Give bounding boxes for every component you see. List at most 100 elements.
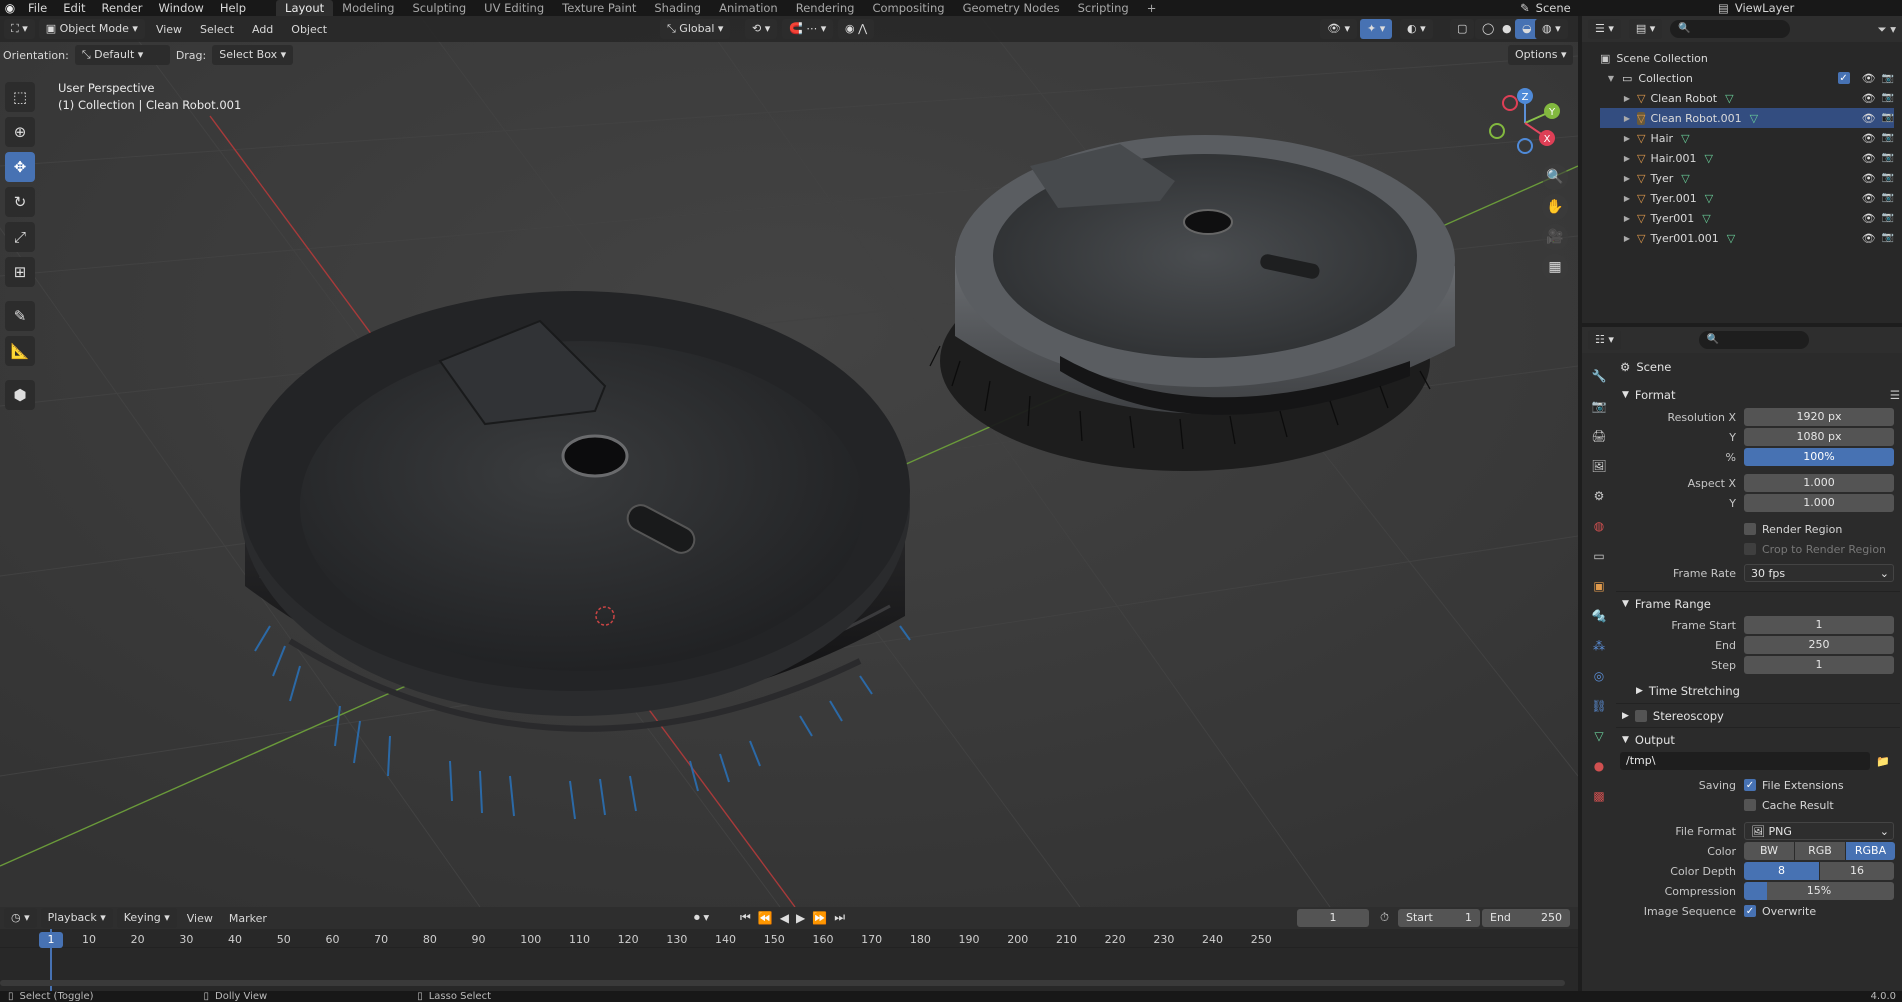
ortho-grid-icon[interactable]: ▦ xyxy=(1542,254,1568,280)
aspect-x-field[interactable]: 1.000 xyxy=(1744,474,1894,492)
eye-icon[interactable]: 👁 xyxy=(1862,112,1876,125)
collapse-triangle-icon[interactable]: ▶ xyxy=(1622,214,1632,223)
cache-result-checkbox[interactable] xyxy=(1744,799,1756,811)
cursor-tool-icon[interactable]: ⊕ xyxy=(5,117,35,147)
tab-compositing[interactable]: Compositing xyxy=(863,0,953,16)
scale-tool-icon[interactable]: ⤢ xyxy=(5,222,35,252)
particles-tab-icon[interactable]: ⁂ xyxy=(1588,635,1610,657)
timeline-view-menu[interactable]: View xyxy=(181,912,219,925)
editor-type-button[interactable]: ⛶ ▾ xyxy=(4,19,35,39)
data-tab-icon[interactable]: ▽ xyxy=(1588,725,1610,747)
world-tab-icon[interactable]: ◍ xyxy=(1588,515,1610,537)
proportional-edit-icon[interactable]: ◉ ⋀ xyxy=(838,19,875,39)
outliner-item-hair[interactable]: ▶ ▽ Hair ▽ 👁 📷 xyxy=(1600,128,1894,148)
camera-icon[interactable]: 📷 xyxy=(1882,92,1894,105)
resolution-x-field[interactable]: 1920 px xyxy=(1744,408,1894,426)
overwrite-checkbox[interactable]: ✓ xyxy=(1744,905,1756,917)
compression-slider[interactable]: 15% xyxy=(1744,882,1894,900)
output-tab-icon[interactable]: 🖨 xyxy=(1588,425,1610,447)
timeline-editor-icon[interactable]: ◷ ▾ xyxy=(4,908,37,928)
view-layer-selector[interactable]: ▤ ViewLayer xyxy=(1718,0,1794,16)
overlay-toggle-icon[interactable]: ◐ ▾ xyxy=(1400,19,1433,39)
rendered-shading-icon[interactable]: ◍ ▾ xyxy=(1535,19,1568,39)
eye-icon[interactable]: 👁 xyxy=(1862,92,1876,105)
display-mode-icon[interactable]: ▤ ▾ xyxy=(1628,19,1663,39)
tab-texture-paint[interactable]: Texture Paint xyxy=(553,0,645,16)
outliner-search-input[interactable]: 🔍 xyxy=(1670,20,1791,38)
timeline-scrollbar[interactable] xyxy=(0,980,1565,986)
play-icon[interactable]: ▶ xyxy=(796,911,805,925)
tab-animation[interactable]: Animation xyxy=(710,0,787,16)
scene-selector[interactable]: ✎ Scene xyxy=(1520,0,1571,16)
jump-end-icon[interactable]: ⏭ xyxy=(834,910,845,925)
material-tab-icon[interactable]: ● xyxy=(1588,755,1610,777)
menu-window[interactable]: Window xyxy=(150,0,211,16)
timeline-marker-menu[interactable]: Marker xyxy=(223,912,273,925)
next-keyframe-icon[interactable]: ⏩ xyxy=(812,911,827,925)
tab-sculpting[interactable]: Sculpting xyxy=(403,0,475,16)
eye-icon[interactable]: 👁 xyxy=(1862,212,1876,225)
select-box-icon[interactable]: ⬚ xyxy=(5,82,35,112)
stopwatch-icon[interactable]: ⏱ xyxy=(1380,910,1389,925)
presets-list-icon[interactable]: ☰ xyxy=(1890,388,1900,402)
collapse-triangle-icon[interactable]: ▶ xyxy=(1622,194,1632,203)
file-format-dropdown[interactable]: 🖼 PNG ⌄ xyxy=(1744,822,1894,840)
zoom-icon[interactable]: 🔍 xyxy=(1542,164,1568,190)
aspect-y-field[interactable]: 1.000 xyxy=(1744,494,1894,512)
eye-icon[interactable]: 👁 xyxy=(1862,232,1876,245)
gizmo-toggle-icon[interactable]: ✦ ▾ xyxy=(1360,19,1393,39)
tab-modeling[interactable]: Modeling xyxy=(333,0,403,16)
transform-orientation-dropdown[interactable]: ⤡ Global ▾ xyxy=(660,19,731,39)
camera-icon[interactable]: 📷 xyxy=(1882,172,1894,185)
physics-tab-icon[interactable]: ◎ xyxy=(1588,665,1610,687)
outliner-item-clean-robot-001[interactable]: ▶ ▽ Clean Robot.001 ▽ 👁 📷 xyxy=(1600,108,1894,128)
file-extensions-checkbox[interactable]: ✓ xyxy=(1744,779,1756,791)
resolution-y-field[interactable]: 1080 px xyxy=(1744,428,1894,446)
folder-browse-icon[interactable]: 📁 xyxy=(1876,755,1890,768)
menu-render[interactable]: Render xyxy=(94,0,151,16)
playback-menu[interactable]: Playback ▾ xyxy=(40,908,113,928)
pivot-point-icon[interactable]: ⟲ ▾ xyxy=(745,19,778,39)
object-tab-icon[interactable]: ▣ xyxy=(1588,575,1610,597)
frame-rate-dropdown[interactable]: 30 fps ⌄ xyxy=(1744,564,1894,582)
expand-triangle-icon[interactable]: ▼ xyxy=(1606,74,1616,83)
options-dropdown[interactable]: Options ▾ xyxy=(1508,45,1574,65)
navigation-gizmo[interactable]: Z Y X xyxy=(1485,83,1565,163)
crop-region-row[interactable]: Crop to Render Region xyxy=(1616,539,1900,559)
collection-row[interactable]: ▼ ▭ Collection ✓ 👁 📷 xyxy=(1600,68,1894,88)
3d-viewport[interactable] xyxy=(0,16,1578,907)
filter-icon[interactable]: ⏷ ▾ xyxy=(1877,22,1896,37)
texture-tab-icon[interactable]: ▩ xyxy=(1588,785,1610,807)
frame-step-field[interactable]: 1 xyxy=(1744,656,1894,674)
tab-uv-editing[interactable]: UV Editing xyxy=(475,0,553,16)
tab-layout[interactable]: Layout xyxy=(276,0,334,16)
collapse-triangle-icon[interactable]: ▶ xyxy=(1622,114,1632,123)
keying-menu[interactable]: Keying ▾ xyxy=(116,908,177,928)
viewport-menu-object[interactable]: Object xyxy=(284,23,334,36)
color-rgba-button[interactable]: RGBA xyxy=(1846,842,1895,860)
visibility-icon[interactable]: 👁 ▾ xyxy=(1320,19,1357,39)
outliner-item-hair-001[interactable]: ▶ ▽ Hair.001 ▽ 👁 📷 xyxy=(1600,148,1894,168)
render-region-checkbox[interactable] xyxy=(1744,523,1756,535)
timeline-ruler[interactable]: 1 10 20 30 40 50 60 70 80 90 100 110 120 130 140 150 16… xyxy=(0,929,1578,991)
camera-icon[interactable]: 📷 xyxy=(1882,192,1894,205)
frame-range-panel-header[interactable]: ▼ Frame Range xyxy=(1616,591,1900,615)
menu-help[interactable]: Help xyxy=(212,0,254,16)
modifier-tab-icon[interactable]: 🔩 xyxy=(1588,605,1610,627)
color-rgb-button[interactable]: RGB xyxy=(1795,842,1845,860)
menu-file[interactable]: File xyxy=(20,0,55,16)
record-icon[interactable]: ⏺ ▾ xyxy=(694,910,709,925)
outliner-editor-icon[interactable]: ☰ ▾ xyxy=(1588,19,1621,39)
outliner-item-tyer001-001[interactable]: ▶ ▽ Tyer001.001 ▽ 👁 📷 xyxy=(1600,228,1894,248)
annotate-tool-icon[interactable]: ✎ xyxy=(5,301,35,331)
tab-geometry-nodes[interactable]: Geometry Nodes xyxy=(954,0,1069,16)
frame-end-field[interactable]: 250 xyxy=(1744,636,1894,654)
collection-tab-icon[interactable]: ▭ xyxy=(1588,545,1610,567)
scene-tab-icon[interactable]: ⚙ xyxy=(1588,485,1610,507)
measure-tool-icon[interactable]: 📐 xyxy=(5,336,35,366)
playhead-frame-label[interactable]: 1 xyxy=(39,932,63,948)
collapse-triangle-icon[interactable]: ▶ xyxy=(1622,134,1632,143)
depth-8-button[interactable]: 8 xyxy=(1744,862,1819,880)
resolution-percentage-field[interactable]: 100% xyxy=(1744,448,1894,466)
clean-robot-back[interactable] xyxy=(940,135,1455,471)
